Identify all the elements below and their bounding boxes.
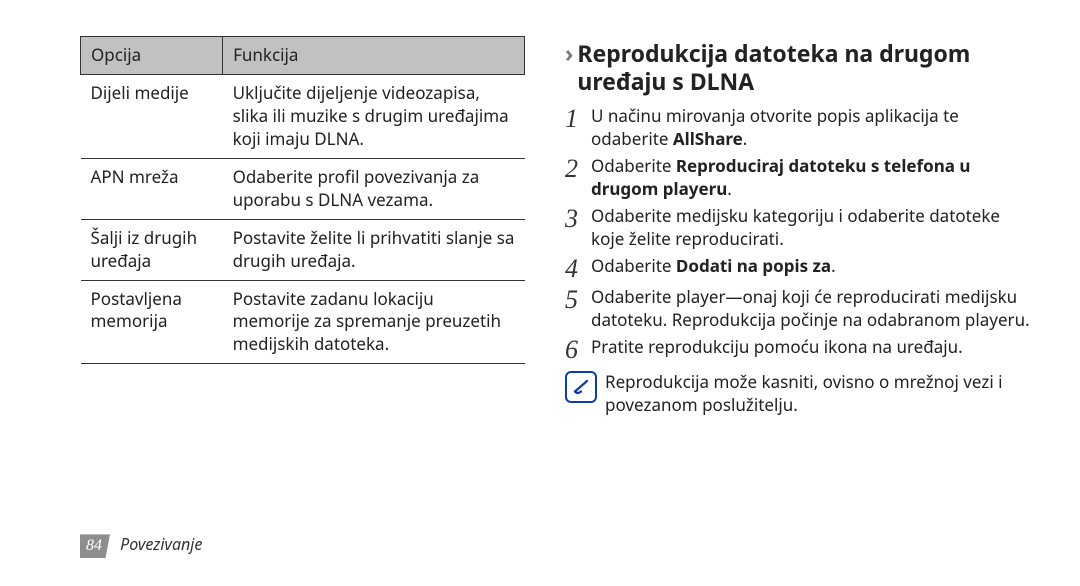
table-header-option: Opcija [81,37,223,75]
step-text: Odaberite Dodati na popis za. [591,255,1030,278]
left-column: Opcija Funkcija Dijeli medije Uključite … [80,36,555,556]
chevron-right-icon: › [565,40,573,68]
section-title-text: Reprodukcija datoteka na drugom uređaju … [577,40,1030,95]
function-cell: Postavite zadanu lokaciju memorije za sp… [223,280,525,364]
step-number: 2 [565,155,591,182]
table-header-row: Opcija Funkcija [81,37,525,75]
option-cell: APN mreža [81,158,223,219]
function-cell: Odaberite profil povezivanja za uporabu … [223,158,525,219]
option-cell: Šalji iz drugih uređaja [81,219,223,280]
step-item: 6 Pratite reprodukciju pomoću ikona na u… [565,336,1030,363]
table-row: Šalji iz drugih uređaja Postavite želite… [81,219,525,280]
table-header-function: Funkcija [223,37,525,75]
function-cell: Uključite dijeljenje videozapisa, slika … [223,74,525,158]
note-text: Reprodukcija može kasniti, ovisno o mrež… [605,371,1030,417]
table-row: Dijeli medije Uključite dijeljenje video… [81,74,525,158]
page-number: 84 [80,534,110,558]
table-row: Postavljena memorija Postavite zadanu lo… [81,280,525,364]
section-title: › Reprodukcija datoteka na drugom uređaj… [565,40,1030,95]
step-number: 1 [565,105,591,132]
step-text: Odaberite medijsku kategoriju i odaberit… [591,205,1030,251]
section-label: Povezivanje [120,533,202,555]
note-icon [565,371,597,403]
page-footer: 84 Povezivanje [80,534,202,558]
table-row: APN mreža Odaberite profil povezivanja z… [81,158,525,219]
step-number: 6 [565,336,591,363]
page: Opcija Funkcija Dijeli medije Uključite … [0,0,1080,586]
step-number: 5 [565,286,591,313]
step-item: 1 U načinu mirovanja otvorite popis apli… [565,105,1030,151]
options-table: Opcija Funkcija Dijeli medije Uključite … [80,36,525,364]
step-item: 4 Odaberite Dodati na popis za. [565,255,1030,282]
option-cell: Dijeli medije [81,74,223,158]
right-column: › Reprodukcija datoteka na drugom uređaj… [555,36,1030,556]
step-item: 5 Odaberite player—onaj koji će reproduc… [565,286,1030,332]
step-text: Odaberite player—onaj koji će reproducir… [591,286,1030,332]
step-item: 3 Odaberite medijsku kategoriju i odaber… [565,205,1030,251]
function-cell: Postavite želite li prihvatiti slanje sa… [223,219,525,280]
note: Reprodukcija može kasniti, ovisno o mrež… [565,371,1030,417]
step-text: U načinu mirovanja otvorite popis aplika… [591,105,1030,151]
steps-list: 1 U načinu mirovanja otvorite popis apli… [565,105,1030,363]
step-number: 3 [565,205,591,232]
option-cell: Postavljena memorija [81,280,223,364]
step-text: Odaberite Reproduciraj datoteku s telefo… [591,155,1030,201]
step-number: 4 [565,255,591,282]
step-text: Pratite reprodukciju pomoću ikona na ure… [591,336,1030,359]
step-item: 2 Odaberite Reproduciraj datoteku s tele… [565,155,1030,201]
